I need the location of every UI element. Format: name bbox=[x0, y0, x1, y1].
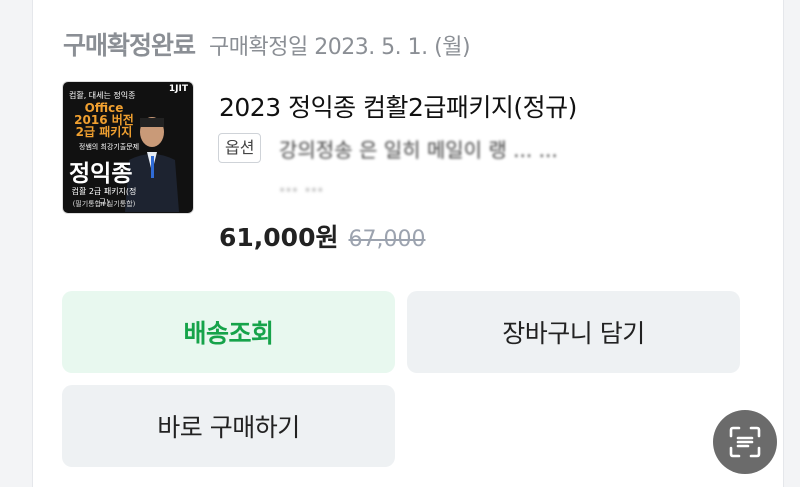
buy-now-button[interactable]: 바로 구매하기 bbox=[62, 385, 395, 467]
thumb-logo: 1JIT bbox=[168, 84, 188, 94]
scan-button[interactable] bbox=[713, 410, 777, 474]
sale-price: 61,000원 bbox=[219, 223, 339, 252]
thumb-name: 정익종 bbox=[69, 161, 133, 187]
scan-icon bbox=[729, 426, 761, 458]
order-card: 구매확정완료 구매확정일 2023. 5. 1. (월) 컴활, 대세는 정익종… bbox=[32, 0, 784, 487]
thumb-subtitle: 정쌤의 최강기출문제 bbox=[78, 143, 140, 151]
order-status: 구매확정완료 bbox=[63, 31, 196, 60]
price-row: 61,000원 67,000 bbox=[219, 218, 425, 254]
option-text: 강의정송 은 일히 메일이 랭 ... ... bbox=[279, 138, 558, 162]
order-status-row: 구매확정완료 구매확정일 2023. 5. 1. (월) bbox=[63, 26, 471, 62]
option-badge: 옵션 bbox=[218, 133, 262, 163]
thumb-tagline: 컴활, 대세는 정익종 bbox=[69, 91, 136, 100]
product-title[interactable]: 2023 정익종 컴활2급패키지(정규) bbox=[219, 88, 577, 124]
product-thumbnail[interactable]: 컴활, 대세는 정익종 1JIT Office 2016 버전 2급 패키지 정… bbox=[62, 81, 194, 214]
thumb-office-text: Office 2016 버전 2급 패키지 bbox=[74, 101, 134, 139]
original-price: 67,000 bbox=[348, 227, 426, 252]
add-to-cart-button[interactable]: 장바구니 담기 bbox=[407, 291, 740, 373]
confirm-date: 구매확정일 2023. 5. 1. (월) bbox=[209, 35, 471, 60]
track-delivery-button[interactable]: 배송조회 bbox=[62, 291, 395, 373]
option-text-secondary: ... ... bbox=[279, 172, 324, 196]
thumb-package-sub: (필기통합+실기통합) bbox=[72, 200, 136, 208]
